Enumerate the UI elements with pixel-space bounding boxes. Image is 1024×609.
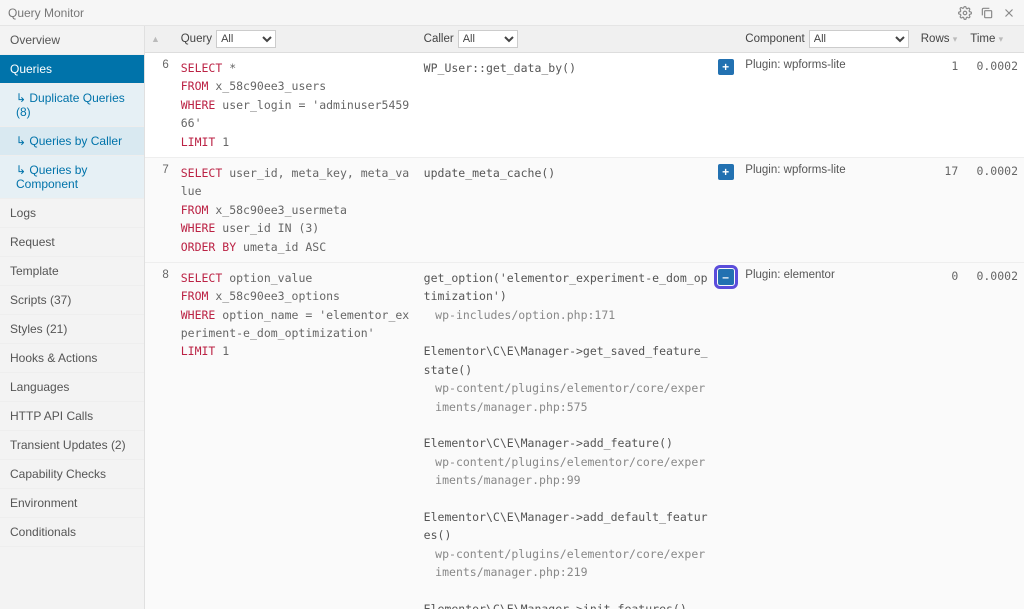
caller-filter-select[interactable]: All (458, 30, 518, 48)
sidebar-item[interactable]: HTTP API Calls (0, 402, 144, 431)
close-icon[interactable] (1002, 6, 1016, 20)
sidebar-item[interactable]: Scripts (37) (0, 286, 144, 315)
col-component-header: Component All (739, 26, 914, 53)
query-sql: SELECT *FROM x_58c90ee3_usersWHERE user_… (175, 53, 418, 158)
query-time: 0.0002 (964, 262, 1024, 609)
query-row: 8SELECT option_valueFROM x_58c90ee3_opti… (145, 262, 1024, 609)
col-query-header: Query All (175, 26, 418, 53)
sidebar-item[interactable]: Logs (0, 199, 144, 228)
sidebar-item[interactable]: ↳ Duplicate Queries (8) (0, 84, 144, 127)
expand-stack-button[interactable]: + (718, 59, 734, 75)
col-caller-header: Caller All (418, 26, 718, 53)
popout-icon[interactable] (980, 6, 994, 20)
query-sql: SELECT option_valueFROM x_58c90ee3_optio… (175, 262, 418, 609)
expand-stack-button[interactable]: + (718, 164, 734, 180)
sidebar-item[interactable]: ↳ Queries by Component (0, 156, 144, 199)
queries-table: ▲ Query All Caller All (145, 26, 1024, 609)
col-time-header[interactable]: Time ▾ (964, 26, 1024, 53)
component-filter-select[interactable]: All (809, 30, 909, 48)
query-time: 0.0002 (964, 157, 1024, 262)
row-number: 8 (145, 262, 175, 609)
sidebar-item[interactable]: Overview (0, 26, 144, 55)
row-number: 7 (145, 157, 175, 262)
query-caller: get_option('elementor_experiment-e_dom_o… (418, 262, 718, 609)
query-caller: update_meta_cache() (418, 157, 718, 262)
query-rows: 17 (915, 157, 965, 262)
row-number: 6 (145, 53, 175, 158)
titlebar-actions (958, 6, 1016, 20)
sidebar-item[interactable]: ↳ Queries by Caller (0, 127, 144, 156)
sidebar-item[interactable]: Hooks & Actions (0, 344, 144, 373)
query-component: Plugin: wpforms-lite (739, 53, 914, 158)
toggle-cell: + (718, 157, 740, 262)
query-rows: 1 (915, 53, 965, 158)
panel-title: Query Monitor (8, 6, 958, 20)
col-toggle-header (718, 26, 740, 53)
query-caller: WP_User::get_data_by() (418, 53, 718, 158)
sidebar: OverviewQueries↳ Duplicate Queries (8)↳ … (0, 26, 145, 609)
gear-icon[interactable] (958, 6, 972, 20)
query-rows: 0 (915, 262, 965, 609)
sidebar-item[interactable]: Template (0, 257, 144, 286)
panel-body: OverviewQueries↳ Duplicate Queries (8)↳ … (0, 26, 1024, 609)
col-num-header[interactable]: ▲ (145, 26, 175, 53)
query-component: Plugin: wpforms-lite (739, 157, 914, 262)
sidebar-item[interactable]: Styles (21) (0, 315, 144, 344)
toggle-cell: + (718, 53, 740, 158)
col-caller-label: Caller (424, 33, 454, 45)
query-time: 0.0002 (964, 53, 1024, 158)
col-query-label: Query (181, 33, 212, 45)
sidebar-item[interactable]: Request (0, 228, 144, 257)
collapse-stack-button[interactable]: – (718, 269, 734, 285)
query-component: Plugin: elementor (739, 262, 914, 609)
col-component-label: Component (745, 33, 804, 45)
sidebar-item[interactable]: Capability Checks (0, 460, 144, 489)
sidebar-item[interactable]: Environment (0, 489, 144, 518)
sidebar-item[interactable]: Transient Updates (2) (0, 431, 144, 460)
sidebar-item[interactable]: Languages (0, 373, 144, 402)
query-monitor-panel: Query Monitor OverviewQueries↳ Duplicate… (0, 0, 1024, 609)
query-row: 7SELECT user_id, meta_key, meta_valueFRO… (145, 157, 1024, 262)
titlebar: Query Monitor (0, 0, 1024, 26)
query-filter-select[interactable]: All (216, 30, 276, 48)
main-pane[interactable]: ▲ Query All Caller All (145, 26, 1024, 609)
toggle-cell: – (718, 262, 740, 609)
query-row: 6SELECT *FROM x_58c90ee3_usersWHERE user… (145, 53, 1024, 158)
col-rows-header[interactable]: Rows ▾ (915, 26, 965, 53)
sidebar-item[interactable]: Queries (0, 55, 144, 84)
query-sql: SELECT user_id, meta_key, meta_valueFROM… (175, 157, 418, 262)
sidebar-item[interactable]: Conditionals (0, 518, 144, 547)
